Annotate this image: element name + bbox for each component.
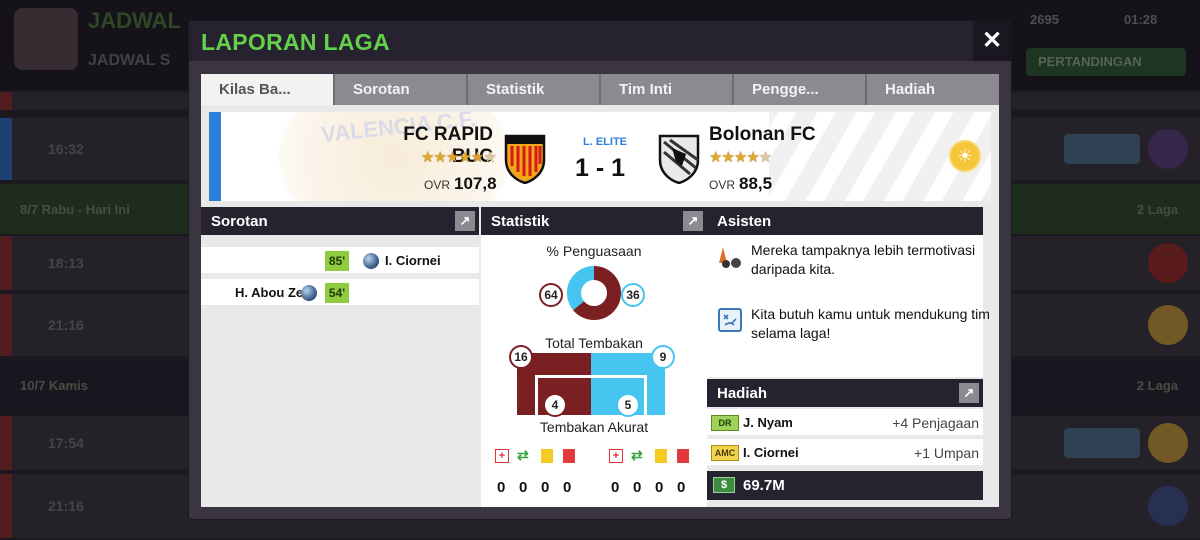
match-report-modal: LAPORAN LAGA ✕ Kilas Ba... Sorotan Stati… [189,21,1011,519]
overview-panel: VALENCIA C.F. FC RAPID BUC ★★★★★★ OVR 107… [201,105,999,507]
position-badge: AMC [711,445,739,461]
money-reward-row: $ 69.7M [707,471,983,500]
assistant-panel: Asisten Mereka tampaknya lebih termotiva… [707,207,990,377]
tab-rewards[interactable]: Hadiah [867,74,999,105]
shots-away-value: 9 [651,345,675,369]
possession-home-value: 64 [539,283,563,307]
highlight-event-row: H. Abou Zeid 54' [201,279,479,307]
reward-row: AMC I. Ciornei +1 Umpan [707,439,983,467]
close-icon: ✕ [981,27,1003,54]
goal-ball-icon [301,285,317,301]
reward-player-name: I. Ciornei [743,445,799,460]
on-target-away-value: 5 [616,393,640,417]
position-badge: DR [711,415,739,431]
assistant-message-text: Kita butuh kamu untuk mendukung tim sela… [751,306,990,341]
injury-icon: + [609,449,623,463]
shots-home-value: 16 [509,345,533,369]
red-card-icon [677,449,689,463]
tab-bar: Kilas Ba... Sorotan Statistik Tim Inti P… [201,74,999,105]
modal-header: LAPORAN LAGA ✕ [189,21,1011,61]
home-substitutions-count: 0 [519,479,528,496]
home-red-count: 0 [563,479,572,496]
yellow-card-icon [541,449,553,463]
away-crest-icon [658,134,700,184]
highlights-panel: Sorotan ↗ 85' I. Ciornei H. Abou Zeid 54… [201,207,479,507]
reward-player-name: J. Nyam [743,415,793,430]
home-yellow-count: 0 [541,479,550,496]
home-ovr: OVR 107,8 [424,174,497,193]
modal-title: LAPORAN LAGA [201,29,390,55]
match-score: 1 - 1 [575,154,626,182]
event-minute-badge: 54' [325,283,349,303]
tab-highlights[interactable]: Sorotan [335,74,468,105]
home-side-indicator [209,112,221,201]
away-ovr: OVR 88,5 [709,174,773,193]
tab-statistics[interactable]: Statistik [468,74,601,105]
yellow-card-icon [655,449,667,463]
money-reward-value: 69.7M [743,477,785,494]
rewards-panel: Hadiah ↗ DR J. Nyam +4 Penjagaan AMC I. … [707,379,983,503]
close-button[interactable]: ✕ [973,21,1011,61]
league-label: L. ELITE [583,136,627,148]
tab-lineup[interactable]: Tim Inti [601,74,734,105]
substitution-icon: ⇄ [517,447,529,463]
tactics-board-icon [718,308,742,332]
on-target-label: Tembakan Akurat [539,419,649,435]
home-crest-icon [504,134,546,184]
tab-overview[interactable]: Kilas Ba... [201,74,335,105]
assistant-message-text: Mereka tampaknya lebih termotivasi darip… [751,242,976,277]
goal-ball-icon [363,253,379,269]
match-banner: VALENCIA C.F. FC RAPID BUC ★★★★★★ OVR 107… [209,112,991,201]
highlights-header: Sorotan ↗ [201,207,479,235]
statistics-panel: Statistik ↗ % Penguasaan 64 36 Total Tem… [481,207,707,507]
training-cones-icon [719,247,741,268]
event-minute-badge: 85' [325,251,349,271]
statistics-header: Statistik ↗ [481,207,707,235]
injury-icon: + [495,449,509,463]
rewards-header: Hadiah ↗ [707,379,983,407]
reward-value: +1 Umpan [914,445,979,461]
away-yellow-count: 0 [655,479,664,496]
highlight-event-row: 85' I. Ciornei [201,247,479,275]
event-player-name: I. Ciornei [385,253,441,268]
home-injuries-count: 0 [497,479,506,496]
possession-away-value: 36 [621,283,645,307]
cash-icon: $ [713,477,735,493]
away-injuries-count: 0 [611,479,620,496]
expand-arrow-icon[interactable]: ↗ [959,383,979,403]
away-star-rating: ★★★★★ [709,149,772,166]
expand-arrow-icon[interactable]: ↗ [455,211,475,231]
substitution-icon: ⇄ [631,447,643,463]
away-substitutions-count: 0 [633,479,642,496]
reward-row: DR J. Nyam +4 Penjagaan [707,409,983,437]
tab-ratings[interactable]: Pengge... [734,74,867,105]
sun-icon: ☀ [949,140,981,172]
away-team-name: Bolonan FC [709,124,816,145]
assistant-message: Kita butuh kamu untuk mendukung tim sela… [717,305,990,349]
assistant-header: Asisten [707,207,983,235]
possession-label: % Penguasaan [546,243,642,259]
assistant-message: Mereka tampaknya lebih termotivasi darip… [717,241,977,285]
on-target-home-value: 4 [543,393,567,417]
home-star-rating: ★★★★★★ [421,149,497,166]
expand-arrow-icon[interactable]: ↗ [683,211,703,231]
away-red-count: 0 [677,479,686,496]
red-card-icon [563,449,575,463]
reward-value: +4 Penjagaan [892,415,979,431]
